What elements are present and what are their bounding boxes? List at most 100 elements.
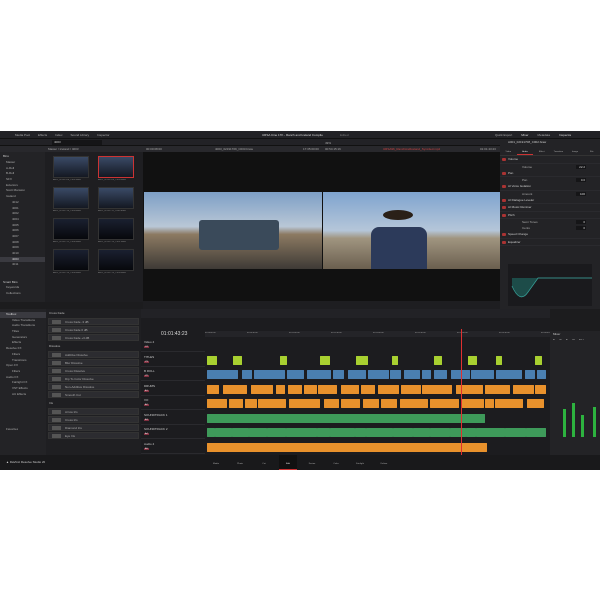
- timeline-clip[interactable]: [253, 370, 286, 379]
- quick-export-button[interactable]: Quick Export: [495, 133, 512, 137]
- timeline-clip[interactable]: [412, 428, 431, 437]
- track-header[interactable]: DRUMS A1: [141, 383, 205, 396]
- track-header[interactable]: VO A2: [141, 397, 205, 410]
- track-id[interactable]: A4: [144, 433, 149, 435]
- param-value[interactable]: 100: [576, 191, 586, 196]
- track-header[interactable]: Audio 4 A5: [141, 441, 205, 454]
- inspector-toggle-left[interactable]: Inspector: [97, 133, 109, 137]
- timeline-clip[interactable]: [233, 355, 243, 365]
- timeline-clip[interactable]: [330, 428, 355, 437]
- timeline-clip[interactable]: [340, 384, 360, 394]
- section-toggle[interactable]: [502, 171, 506, 175]
- page-tab-fairlight[interactable]: Fairlight: [351, 455, 369, 470]
- section-toggle[interactable]: [502, 240, 506, 244]
- bin-item[interactable]: 4011: [0, 262, 45, 268]
- sound-library-toggle[interactable]: Sound Library: [70, 133, 89, 137]
- inspector-section[interactable]: Speed Change: [500, 231, 600, 239]
- favorites[interactable]: Favorites: [6, 427, 18, 431]
- program-viewer-image[interactable]: [323, 192, 500, 269]
- timeline-clip[interactable]: [229, 399, 243, 408]
- timeline-clip[interactable]: [494, 399, 524, 408]
- timeline-clip[interactable]: [207, 428, 216, 437]
- timeline-clip[interactable]: [332, 370, 344, 379]
- effect-item[interactable]: Non-Additive Dissolve: [48, 383, 139, 390]
- timeline-clip[interactable]: [400, 399, 428, 408]
- timeline-clip[interactable]: [275, 384, 286, 394]
- track-id[interactable]: A5: [144, 447, 149, 450]
- timeline-clip[interactable]: [526, 428, 546, 437]
- timeline-clip[interactable]: [536, 370, 546, 379]
- timeline-clip[interactable]: [207, 413, 485, 423]
- section-toggle[interactable]: [502, 233, 506, 236]
- inspector-tab-image[interactable]: Image: [567, 145, 584, 155]
- timeline-clip[interactable]: [207, 384, 220, 394]
- effects-toggle[interactable]: Effects: [38, 133, 47, 137]
- track-header[interactable]: B ROLL V2: [141, 368, 205, 381]
- timeline-clip[interactable]: [524, 370, 536, 379]
- section-toggle[interactable]: [502, 213, 506, 217]
- timeline-name[interactable]: URSA96_RanchAndIceland_Sync4ed.mp4: [383, 147, 443, 151]
- timeline-clip[interactable]: [317, 428, 331, 437]
- inspector-tab-video[interactable]: Video: [500, 145, 517, 155]
- timeline-clip[interactable]: [421, 370, 431, 379]
- effect-item[interactable]: Cross Fade -3 dB: [48, 318, 139, 325]
- timeline-clip[interactable]: [377, 384, 400, 394]
- page-tab-photo[interactable]: Photo: [231, 455, 249, 470]
- media-pool-search[interactable]: 4003: [52, 140, 102, 145]
- timeline-clip[interactable]: [495, 370, 523, 379]
- param-value[interactable]: 0: [576, 226, 586, 230]
- timeline-clip[interactable]: [356, 355, 369, 365]
- effects-category[interactable]: AU Effects: [0, 392, 46, 398]
- timeline-clip[interactable]: [484, 399, 494, 408]
- track-id[interactable]: A3: [144, 418, 149, 421]
- timeline-clip[interactable]: [248, 428, 268, 437]
- timeline-clip[interactable]: [347, 370, 367, 379]
- transport-controls[interactable]: [143, 301, 500, 309]
- page-tab-fusion[interactable]: Fusion: [303, 455, 321, 470]
- timeline-clip[interactable]: [318, 384, 337, 394]
- timeline-clip[interactable]: [535, 384, 546, 394]
- track-header[interactable]: TITLES V3: [141, 354, 205, 367]
- inspector-section[interactable]: Volume: [500, 156, 600, 164]
- timeline-clip[interactable]: [303, 384, 318, 394]
- inspector-tab-file[interactable]: File: [583, 145, 600, 155]
- timeline-clip[interactable]: [340, 399, 360, 408]
- inspector-section[interactable]: AI Dialogue Leveler: [500, 197, 600, 204]
- inspector-section[interactable]: Equalizer: [500, 239, 600, 246]
- clip-thumbnail[interactable]: [53, 187, 89, 209]
- viewer-zoom[interactable]: 49%: [325, 141, 331, 145]
- timeline-clip[interactable]: [285, 428, 318, 437]
- track-header[interactable]: Video 4 V4: [141, 339, 205, 352]
- timeline-clip[interactable]: [513, 384, 535, 394]
- inspector-section[interactable]: Pan: [500, 170, 600, 177]
- track-id[interactable]: V3: [144, 360, 149, 363]
- page-tab-cut[interactable]: Cut: [255, 455, 273, 470]
- timeline-clip[interactable]: [231, 428, 249, 437]
- effect-item[interactable]: Smooth Cut: [48, 391, 139, 398]
- timeline-clip[interactable]: [475, 428, 505, 437]
- timeline-clip[interactable]: [288, 384, 303, 394]
- mixer-toggle[interactable]: Mixer: [521, 133, 528, 137]
- track-id[interactable]: V2: [144, 375, 149, 377]
- clip-thumbnail[interactable]: [98, 187, 134, 209]
- playhead[interactable]: [461, 329, 462, 455]
- param-value[interactable]: 0.0: [576, 178, 586, 182]
- timeline-clip[interactable]: [215, 428, 232, 437]
- timeline-clip[interactable]: [245, 399, 258, 408]
- page-tab-color[interactable]: Color: [327, 455, 345, 470]
- timeline-clip[interactable]: [401, 384, 421, 394]
- timeline-clip[interactable]: [289, 399, 320, 408]
- inspector-section[interactable]: Pitch: [500, 212, 600, 219]
- clip-thumbnail[interactable]: [98, 249, 134, 271]
- timeline-clip[interactable]: [535, 355, 542, 365]
- timeline-clip[interactable]: [207, 399, 227, 408]
- param-value[interactable]: 0: [576, 220, 586, 224]
- timeline-clip[interactable]: [241, 370, 252, 379]
- timeline-clip[interactable]: [207, 370, 239, 379]
- timeline-clip[interactable]: [258, 399, 287, 408]
- metadata-toggle[interactable]: Metadata: [538, 133, 551, 137]
- timeline-clip[interactable]: [450, 428, 466, 437]
- page-tab-edit[interactable]: Edit: [279, 455, 297, 470]
- timeline-clip[interactable]: [323, 399, 340, 408]
- timeline-clip[interactable]: [222, 384, 248, 394]
